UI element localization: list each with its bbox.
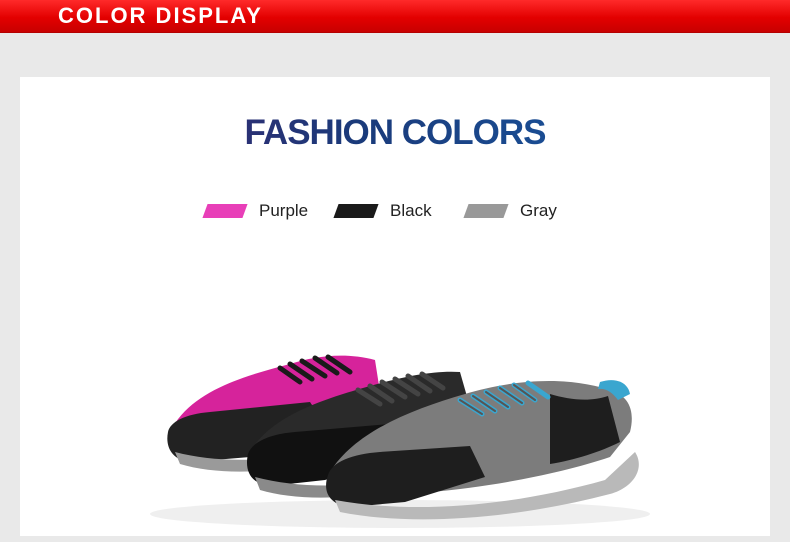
legend-item-purple: Purple [202,201,335,221]
legend-label-purple: Purple [259,201,309,220]
header-title: COLOR DISPLAY [58,3,263,28]
legend-item-gray: Gray [463,201,596,221]
legend-label-gray: Gray [520,201,557,220]
legend-label-black: Black [390,201,432,220]
color-display-card: FASHION COLORS Purple Black Gray [20,77,770,536]
header-band: COLOR DISPLAY [0,0,790,33]
purple-swatch [202,204,248,218]
legend-item-black: Black [333,201,466,221]
black-swatch [333,204,379,218]
sneakers-image [150,354,650,528]
gray-swatch [463,204,509,218]
fashion-colors-title: FASHION COLORS [20,113,770,153]
